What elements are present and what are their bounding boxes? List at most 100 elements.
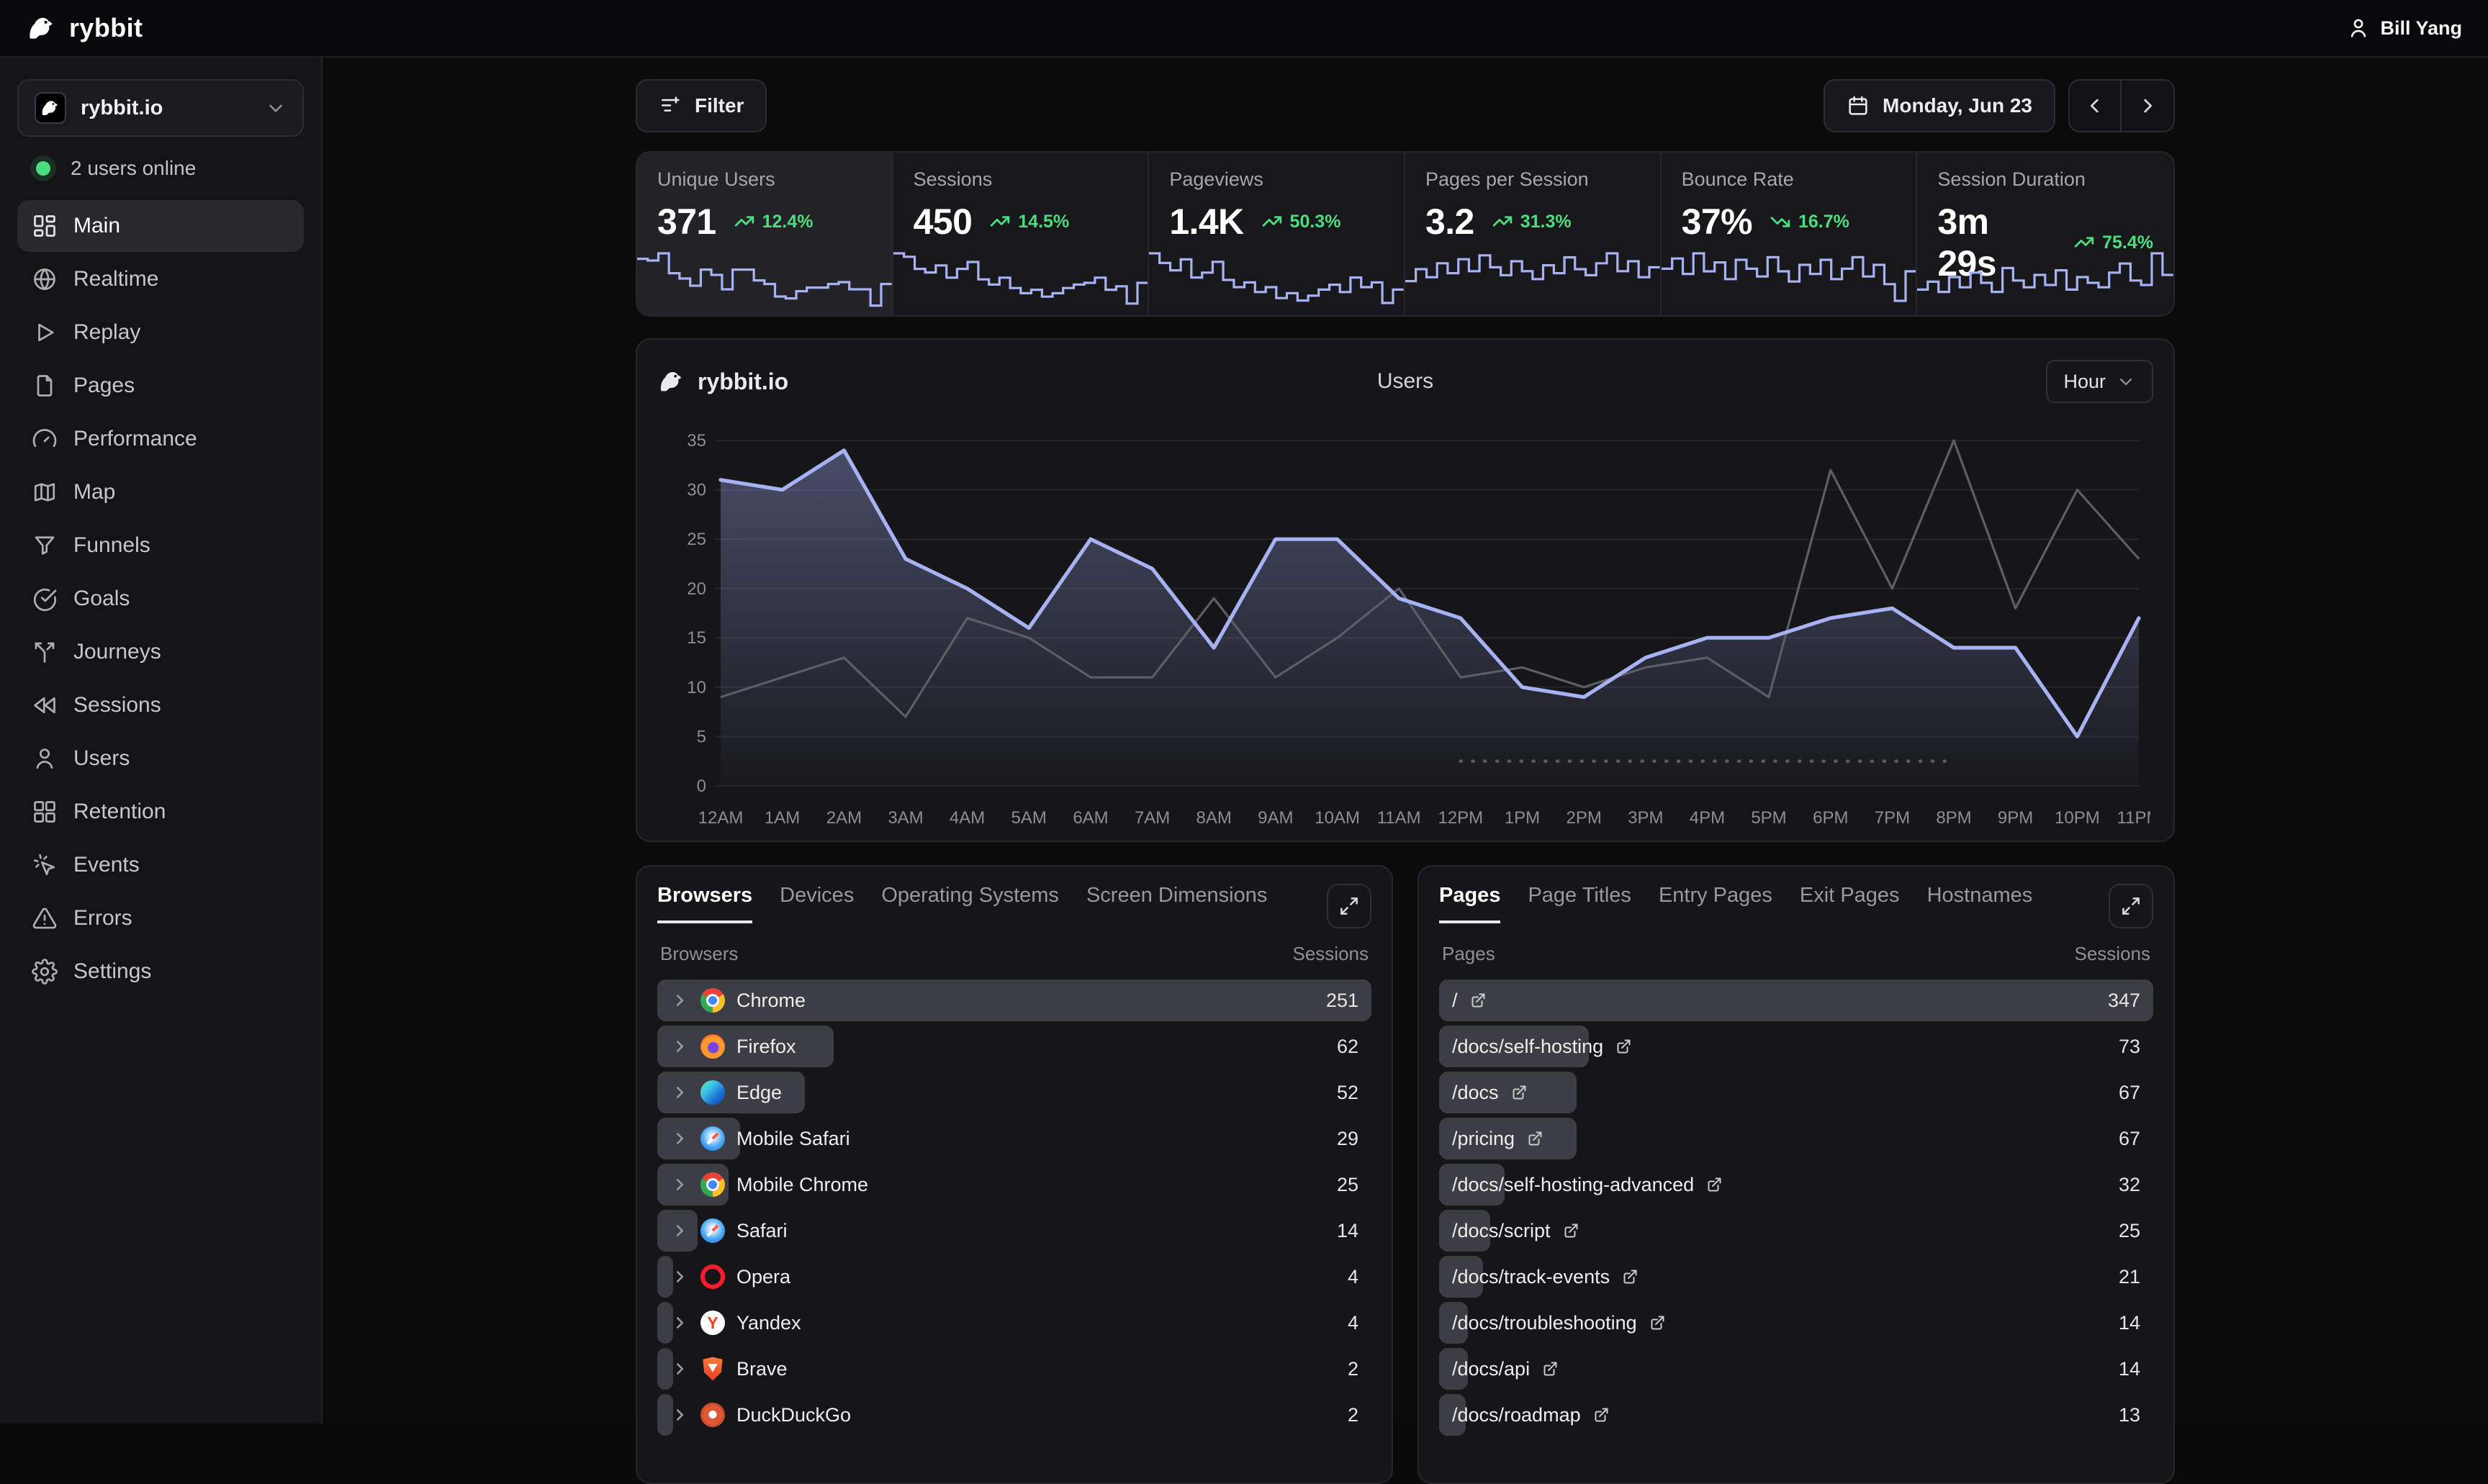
table-row[interactable]: /docs/api14 [1439,1348,2153,1390]
tab-exit-pages[interactable]: Exit Pages [1800,884,1900,923]
row-label: /docs/track-events [1452,1266,1610,1288]
sidebar-item-label: Goals [73,587,130,611]
svg-text:3AM: 3AM [888,808,923,828]
stat-card-sessions[interactable]: Sessions45014.5% [893,153,1150,315]
external-link-icon[interactable] [1621,1268,1639,1285]
sidebar-item-retention[interactable]: Retention [17,786,304,838]
table-row[interactable]: Firefox62 [657,1026,1371,1067]
table-row[interactable]: Brave2 [657,1348,1371,1390]
external-link-icon[interactable] [1469,992,1487,1009]
sidebar-item-events[interactable]: Events [17,839,304,891]
external-link-icon[interactable] [1649,1314,1666,1331]
next-day-button[interactable] [2122,81,2173,131]
table-header: BrowsersSessions [660,943,1369,965]
table-row[interactable]: Yandex4 [657,1302,1371,1344]
external-link-icon[interactable] [1510,1084,1528,1101]
table-row[interactable]: /docs67 [1439,1072,2153,1113]
table-row[interactable]: Mobile Safari29 [657,1118,1371,1159]
sidebar-item-pages[interactable]: Pages [17,360,304,412]
prev-day-button[interactable] [2070,81,2122,131]
site-name: rybbit.io [81,96,163,120]
sidebar-item-sessions[interactable]: Sessions [17,679,304,731]
table-row[interactable]: Opera4 [657,1256,1371,1298]
table-row[interactable]: Safari14 [657,1210,1371,1252]
pages-panel: Pages Page Titles Entry Pages Exit Pages Hos… [1417,865,2175,1484]
stat-card-pageviews[interactable]: Pageviews1.4K50.3% [1149,153,1405,315]
table-row[interactable]: /pricing67 [1439,1118,2153,1159]
site-selector[interactable]: rybbit.io [17,79,304,137]
stat-card-session-duration[interactable]: Session Duration3m 29s75.4% [1917,153,2173,315]
sidebar-item-funnels[interactable]: Funnels [17,520,304,571]
chevron-left-icon [2083,94,2106,117]
date-picker-button[interactable]: Monday, Jun 23 [1824,79,2055,132]
sidebar-item-settings[interactable]: Settings [17,946,304,997]
sidebar-item-realtime[interactable]: Realtime [17,253,304,305]
tab-browsers[interactable]: Browsers [657,884,752,923]
table-row[interactable]: /docs/script25 [1439,1210,2153,1252]
table-row[interactable]: /docs/self-hosting73 [1439,1026,2153,1067]
table-row[interactable]: /docs/self-hosting-advanced32 [1439,1164,2153,1205]
sparkline-chart [893,249,1148,315]
tab-entry-pages[interactable]: Entry Pages [1659,884,1772,923]
svg-text:11AM: 11AM [1377,808,1421,828]
table-row[interactable]: Edge52 [657,1072,1371,1113]
external-link-icon[interactable] [1705,1176,1723,1193]
brand[interactable]: rybbit [26,12,143,44]
row-label: /docs [1452,1082,1499,1104]
chevron-right-icon [670,1037,689,1056]
sidebar-item-label: Realtime [73,267,158,291]
row-label: /docs/troubleshooting [1452,1312,1637,1334]
sidebar-item-errors[interactable]: Errors [17,892,304,944]
svg-text:10PM: 10PM [2055,808,2100,828]
external-link-icon[interactable] [1541,1360,1559,1377]
sidebar-item-replay[interactable]: Replay [17,307,304,358]
external-link-icon[interactable] [1592,1406,1610,1424]
table-row[interactable]: /docs/track-events21 [1439,1256,2153,1298]
external-link-icon [1526,1130,1543,1147]
stat-value: 1.4K [1169,201,1243,243]
pages-expand-button[interactable] [2109,884,2153,928]
sidebar-item-goals[interactable]: Goals [17,573,304,625]
stat-card-pages-per-session[interactable]: Pages per Session3.231.3% [1405,153,1662,315]
row-label: Firefox [736,1036,796,1058]
sidebar-item-map[interactable]: Map [17,466,304,518]
tab-page-titles[interactable]: Page Titles [1528,884,1631,923]
table-row[interactable]: /docs/roadmap13 [1439,1394,2153,1436]
stat-card-unique-users[interactable]: Unique Users37112.4% [637,153,893,315]
tab-devices[interactable]: Devices [780,884,854,923]
sidebar-item-label: Sessions [73,693,161,718]
table-row[interactable]: Mobile Chrome25 [657,1164,1371,1205]
user-menu[interactable]: Bill Yang [2347,17,2462,40]
tab-operating-systems[interactable]: Operating Systems [881,884,1059,923]
external-link-icon[interactable] [1562,1222,1579,1239]
svg-text:9PM: 9PM [1998,808,2033,828]
table-row[interactable]: /docs/troubleshooting14 [1439,1302,2153,1344]
row-value: 25 [1337,1174,1358,1196]
sidebar-item-label: Replay [73,320,140,345]
content-column: Filter Monday, Jun 23 Unique Users3711 [636,58,2175,1484]
tab-pages[interactable]: Pages [1439,884,1500,923]
calendar-icon [1847,94,1870,117]
sidebar-item-users[interactable]: Users [17,733,304,784]
external-link-icon[interactable] [1526,1130,1543,1147]
browsers-expand-button[interactable] [1327,884,1371,928]
stat-card-bounce-rate[interactable]: Bounce Rate37%16.7% [1662,153,1918,315]
sidebar-item-performance[interactable]: Performance [17,413,304,465]
table-row[interactable]: DuckDuckGo2 [657,1394,1371,1436]
svg-text:6AM: 6AM [1073,808,1108,828]
table-row[interactable]: /347 [1439,979,2153,1021]
table-header: PagesSessions [1442,943,2150,965]
sidebar-item-journeys[interactable]: Journeys [17,626,304,678]
chart-site-brand: rybbit.io [657,367,788,396]
sidebar-item-main[interactable]: Main [17,200,304,252]
trend-up-icon [734,211,755,232]
shell: rybbit.io 2 users online MainRealtimeRep… [0,58,2488,1424]
chevron-down-icon [2116,371,2136,392]
tab-hostnames[interactable]: Hostnames [1927,884,2033,923]
tab-screen-dimensions[interactable]: Screen Dimensions [1086,884,1267,923]
external-link-icon[interactable] [1615,1038,1632,1055]
table-row[interactable]: Chrome251 [657,979,1371,1021]
interval-select[interactable]: Hour [2046,360,2153,403]
chrome-browser-icon [700,988,725,1013]
filter-button[interactable]: Filter [636,79,767,132]
